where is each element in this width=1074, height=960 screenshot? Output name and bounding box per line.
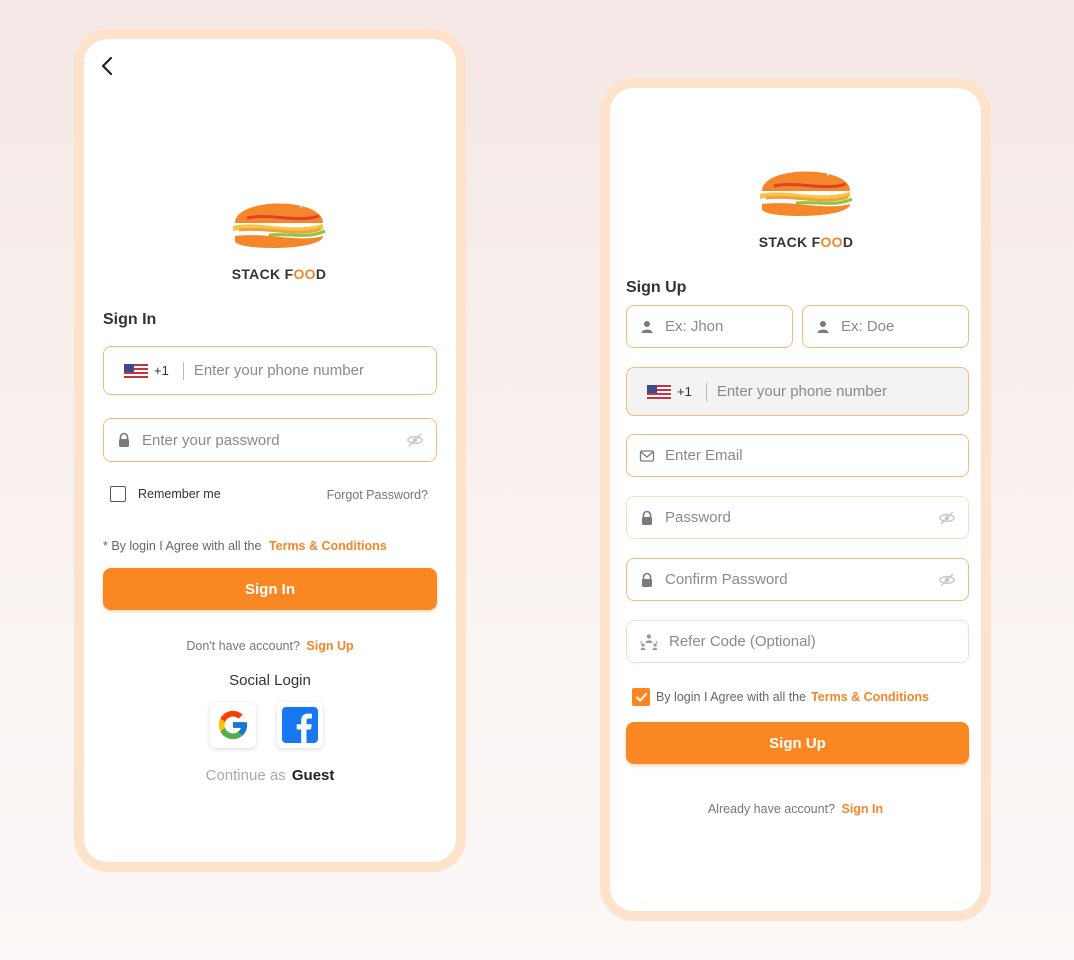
signin-screen: STACK FOOD Sign In +1 Enter your phone n… [74, 29, 466, 872]
burger-icon [229, 189, 329, 259]
guest-line[interactable]: Continue as Guest [84, 767, 456, 784]
remember-me[interactable]: Remember me [110, 486, 221, 502]
phone-input[interactable]: Enter your phone number [194, 362, 364, 379]
signup-button[interactable]: Sign Up [626, 722, 969, 764]
referral-icon [639, 632, 659, 652]
last-name-field[interactable]: Ex: Doe [802, 305, 969, 348]
google-login-button[interactable] [210, 702, 256, 748]
refer-code-field[interactable]: Refer Code (Optional) [626, 620, 969, 663]
terms-link[interactable]: Terms & Conditions [811, 690, 929, 704]
page-title: Sign Up [626, 279, 687, 296]
eye-off-icon[interactable] [938, 572, 956, 588]
google-icon [218, 710, 248, 740]
chevron-left-icon[interactable] [98, 55, 118, 77]
first-name-field[interactable]: Ex: Jhon [626, 305, 793, 348]
country-code[interactable]: +1 [154, 363, 169, 378]
social-login-title: Social Login [229, 672, 311, 689]
password-input[interactable]: Enter your password [142, 432, 280, 449]
email-input[interactable]: Enter Email [665, 447, 743, 464]
terms-checkbox[interactable] [632, 688, 650, 706]
country-code[interactable]: +1 [677, 384, 692, 399]
divider [182, 361, 184, 380]
us-flag-icon [124, 364, 148, 378]
signin-prompt: Already have account? Sign In [610, 802, 981, 816]
last-name-input[interactable]: Ex: Doe [841, 318, 894, 335]
password-field[interactable]: Enter your password [103, 418, 437, 462]
signin-button[interactable]: Sign In [103, 568, 437, 610]
email-field[interactable]: Enter Email [626, 434, 969, 477]
signup-prompt: Don't have account? Sign Up [84, 639, 456, 653]
password-input[interactable]: Password [665, 509, 731, 526]
lock-icon [639, 510, 655, 526]
brand-name: STACK FOOD [758, 234, 854, 250]
mail-icon [639, 448, 655, 464]
brand-logo: STACK FOOD [736, 157, 876, 250]
signup-screen: STACK FOOD Sign Up Ex: Jhon Ex: Doe +1 E… [600, 78, 991, 921]
phone-input[interactable]: Enter your phone number [717, 383, 887, 400]
continue-as-text: Continue as [205, 767, 286, 784]
facebook-icon [282, 707, 318, 743]
lock-icon [116, 432, 132, 448]
facebook-login-button[interactable] [277, 702, 323, 748]
brand-name: STACK FOOD [231, 266, 327, 282]
refer-code-input[interactable]: Refer Code (Optional) [669, 633, 816, 650]
guest-link[interactable]: Guest [292, 767, 335, 784]
remember-checkbox[interactable] [110, 486, 126, 502]
burger-icon [756, 157, 856, 227]
phone-field[interactable]: +1 Enter your phone number [103, 346, 437, 395]
terms-prefix: * By login I Agree with all the [103, 539, 262, 553]
remember-label: Remember me [138, 487, 221, 501]
terms-line: By login I Agree with all the Terms & Co… [632, 688, 929, 706]
terms-prefix: By login I Agree with all the [656, 690, 807, 704]
divider [705, 382, 707, 401]
confirm-password-field[interactable]: Confirm Password [626, 558, 969, 601]
terms-link[interactable]: Terms & Conditions [269, 539, 387, 553]
first-name-input[interactable]: Ex: Jhon [665, 318, 723, 335]
signin-link[interactable]: Sign In [841, 802, 883, 816]
confirm-password-input[interactable]: Confirm Password [665, 571, 788, 588]
us-flag-icon [647, 385, 671, 399]
lock-icon [639, 572, 655, 588]
page-title: Sign In [103, 311, 157, 328]
password-field[interactable]: Password [626, 496, 969, 539]
check-icon [635, 692, 647, 701]
person-icon [815, 319, 831, 335]
eye-off-icon[interactable] [406, 432, 424, 448]
brand-logo: STACK FOOD [209, 189, 349, 282]
eye-off-icon[interactable] [938, 510, 956, 526]
person-icon [639, 319, 655, 335]
forgot-password-link[interactable]: Forgot Password? [327, 488, 428, 502]
no-account-text: Don't have account? [186, 639, 300, 653]
signup-link[interactable]: Sign Up [306, 639, 353, 653]
terms-line: * By login I Agree with all the Terms & … [103, 539, 387, 553]
phone-field[interactable]: +1 Enter your phone number [626, 367, 969, 416]
have-account-text: Already have account? [707, 802, 835, 816]
